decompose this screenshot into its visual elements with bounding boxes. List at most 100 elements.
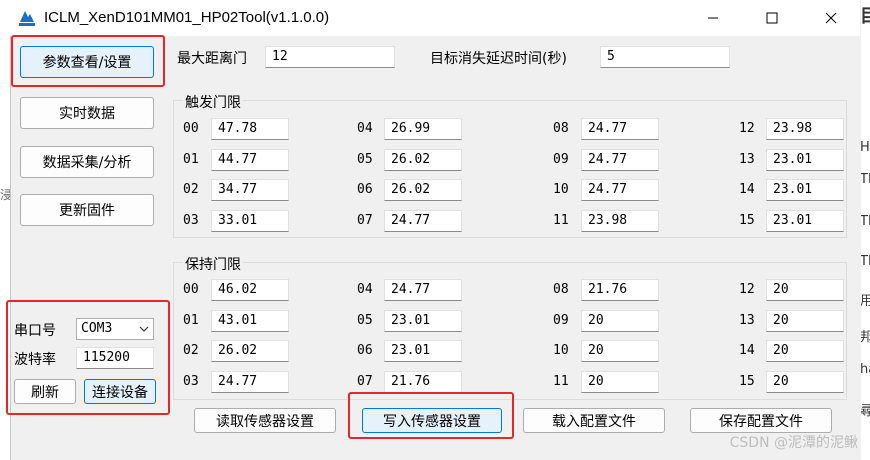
trigger-value-input[interactable]: 24.77 xyxy=(581,118,659,140)
save-config-button[interactable]: 保存配置文件 xyxy=(690,408,832,433)
port-select[interactable]: COM3 xyxy=(76,318,154,340)
hold-threshold-title: 保持门限 xyxy=(183,254,243,274)
trigger-index-label: 04 xyxy=(357,121,373,136)
trigger-index-label: 01 xyxy=(183,152,199,167)
trigger-value-input[interactable]: 23.01 xyxy=(766,210,844,232)
write-sensor-button[interactable]: 写入传感器设置 xyxy=(362,408,502,433)
close-button[interactable] xyxy=(811,6,851,30)
background-right-glyph: 邦 xyxy=(860,330,870,345)
trigger-index-label: 08 xyxy=(553,121,569,136)
hold-value-input[interactable]: 20 xyxy=(766,310,844,332)
hold-index-label: 11 xyxy=(553,374,569,389)
data-collect-button[interactable]: 数据采集/分析 xyxy=(20,146,154,178)
close-icon xyxy=(825,12,837,24)
trigger-value-input[interactable]: 26.02 xyxy=(384,179,462,201)
hold-index-label: 09 xyxy=(553,313,569,328)
trigger-value-input[interactable]: 34.77 xyxy=(211,179,289,201)
hold-index-label: 14 xyxy=(739,343,755,358)
trigger-value-input[interactable]: 23.98 xyxy=(766,118,844,140)
max-distance-label: 最大距离门 xyxy=(177,51,247,67)
hold-value-input[interactable]: 24.77 xyxy=(211,371,289,393)
delay-input[interactable]: 5 xyxy=(600,46,730,68)
hold-value-input[interactable]: 21.76 xyxy=(581,279,659,301)
hold-index-label: 05 xyxy=(357,313,373,328)
background-right-glyph: 用 xyxy=(860,294,870,309)
trigger-index-label: 05 xyxy=(357,152,373,167)
hold-value-input[interactable]: 20 xyxy=(766,340,844,362)
hold-value-input[interactable]: 20 xyxy=(766,279,844,301)
refresh-button[interactable]: 刷新 xyxy=(14,379,76,404)
hold-index-label: 12 xyxy=(739,282,755,297)
hold-index-label: 06 xyxy=(357,343,373,358)
hold-value-input[interactable]: 43.01 xyxy=(211,310,289,332)
trigger-value-input[interactable]: 26.02 xyxy=(384,149,462,171)
trigger-index-label: 00 xyxy=(183,121,199,136)
trigger-value-input[interactable]: 24.77 xyxy=(581,179,659,201)
background-right-glyph: 目 xyxy=(860,6,870,27)
minimize-icon xyxy=(708,17,718,19)
hold-value-input[interactable]: 24.77 xyxy=(384,279,462,301)
background-right-glyph: TN xyxy=(860,254,870,269)
hold-index-label: 15 xyxy=(739,374,755,389)
load-config-button[interactable]: 载入配置文件 xyxy=(523,408,665,433)
hold-value-input[interactable]: 23.01 xyxy=(384,310,462,332)
hold-index-label: 02 xyxy=(183,343,199,358)
hold-index-label: 13 xyxy=(739,313,755,328)
trigger-threshold-title: 触发门限 xyxy=(183,92,243,112)
trigger-value-input[interactable]: 23.98 xyxy=(581,210,659,232)
background-right-glyph: TN xyxy=(860,214,870,229)
trigger-index-label: 11 xyxy=(553,213,569,228)
read-sensor-button[interactable]: 读取传感器设置 xyxy=(194,408,336,433)
trigger-index-label: 06 xyxy=(357,182,373,197)
hold-index-label: 03 xyxy=(183,374,199,389)
params-view-button[interactable]: 参数查看/设置 xyxy=(20,46,154,78)
app-logo-icon xyxy=(17,8,37,28)
trigger-index-label: 13 xyxy=(739,152,755,167)
background-right-glyph: 尋 xyxy=(860,404,870,419)
port-select-value: COM3 xyxy=(81,321,113,336)
trigger-value-input[interactable]: 47.78 xyxy=(211,118,289,140)
chevron-down-icon xyxy=(139,326,149,332)
connect-device-button[interactable]: 连接设备 xyxy=(84,379,156,404)
hold-index-label: 04 xyxy=(357,282,373,297)
hold-index-label: 08 xyxy=(553,282,569,297)
trigger-index-label: 14 xyxy=(739,182,755,197)
trigger-index-label: 09 xyxy=(553,152,569,167)
hold-index-label: 07 xyxy=(357,374,373,389)
background-right-glyph: TN xyxy=(860,172,870,187)
hold-value-input[interactable]: 21.76 xyxy=(384,371,462,393)
trigger-value-input[interactable]: 23.01 xyxy=(766,179,844,201)
trigger-index-label: 10 xyxy=(553,182,569,197)
trigger-value-input[interactable]: 26.99 xyxy=(384,118,462,140)
baud-label: 波特率 xyxy=(14,352,56,368)
hold-value-input[interactable]: 23.01 xyxy=(384,340,462,362)
hold-value-input[interactable]: 20 xyxy=(581,371,659,393)
trigger-value-input[interactable]: 23.01 xyxy=(766,149,844,171)
hold-value-input[interactable]: 20 xyxy=(581,310,659,332)
watermark: CSDN @泥潭的泥鳅 xyxy=(729,435,858,451)
trigger-index-label: 03 xyxy=(183,213,199,228)
trigger-value-input[interactable]: 33.01 xyxy=(211,210,289,232)
port-label: 串口号 xyxy=(14,323,56,339)
hold-index-label: 01 xyxy=(183,313,199,328)
background-right-glyph: ha xyxy=(860,362,870,377)
baud-input[interactable]: 115200 xyxy=(76,347,154,369)
delay-label: 目标消失延迟时间(秒) xyxy=(430,51,567,67)
hold-value-input[interactable]: 20 xyxy=(766,371,844,393)
trigger-value-input[interactable]: 24.77 xyxy=(384,210,462,232)
max-distance-input[interactable]: 12 xyxy=(265,46,395,68)
hold-value-input[interactable]: 26.02 xyxy=(211,340,289,362)
trigger-index-label: 07 xyxy=(357,213,373,228)
hold-index-label: 00 xyxy=(183,282,199,297)
maximize-button[interactable] xyxy=(752,6,792,30)
background-right-glyph: H- xyxy=(860,140,870,155)
realtime-data-button[interactable]: 实时数据 xyxy=(20,97,154,129)
trigger-value-input[interactable]: 44.77 xyxy=(211,149,289,171)
trigger-value-input[interactable]: 24.77 xyxy=(581,149,659,171)
hold-value-input[interactable]: 20 xyxy=(581,340,659,362)
minimize-button[interactable] xyxy=(693,6,733,30)
hold-value-input[interactable]: 46.02 xyxy=(211,279,289,301)
hold-index-label: 10 xyxy=(553,343,569,358)
update-firmware-button[interactable]: 更新固件 xyxy=(20,194,154,226)
maximize-icon xyxy=(766,12,778,24)
